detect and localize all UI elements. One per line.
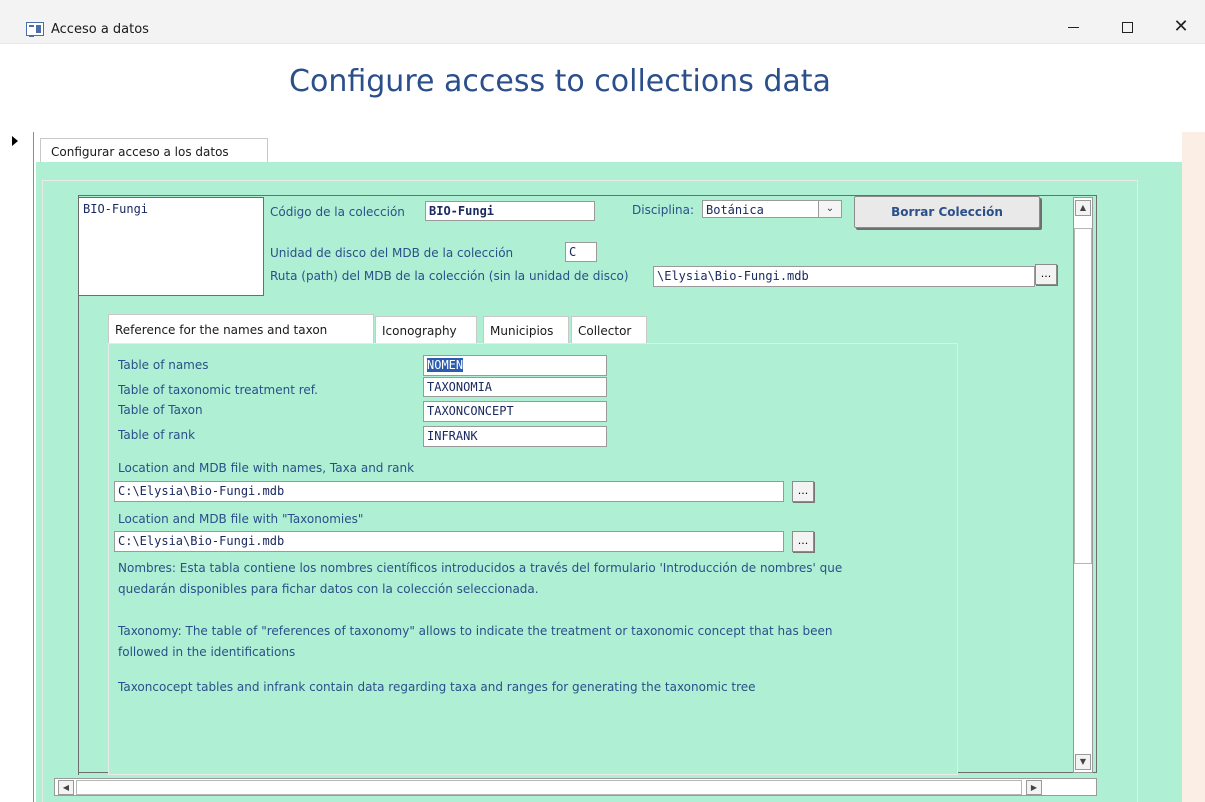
minimize-button[interactable] <box>1050 12 1096 42</box>
tab-configurar-acceso[interactable]: Configurar acceso a los datos <box>40 138 268 162</box>
path-label: Ruta (path) del MDB de la colección (sin… <box>270 269 629 283</box>
table-rank-field[interactable]: INFRANK <box>423 426 607 447</box>
subform-record-selector[interactable] <box>54 195 79 775</box>
title-bar: Acceso a datos ✕ <box>0 0 1205 44</box>
side-strip <box>1182 132 1205 802</box>
location-taxonomies-label: Location and MDB file with "Taxonomies" <box>118 512 364 526</box>
path-field[interactable]: \Elysia\Bio-Fungi.mdb <box>653 266 1035 287</box>
discipline-select[interactable]: Botánica <box>702 200 820 218</box>
table-taxonomic-label: Table of taxonomic treatment ref. <box>118 383 318 397</box>
table-names-label: Table of names <box>118 358 209 372</box>
scroll-left-icon[interactable]: ◀ <box>58 780 74 795</box>
close-button[interactable]: ✕ <box>1158 12 1204 42</box>
list-item[interactable]: BIO-Fungi <box>83 202 259 216</box>
discipline-label: Disciplina: <box>632 203 695 217</box>
scroll-down-icon[interactable]: ▼ <box>1075 754 1091 770</box>
browse-names-button[interactable]: ... <box>792 481 814 502</box>
drive-label: Unidad de disco del MDB de la colección <box>270 246 514 260</box>
taxoncocept-description: Taxoncocept tables and infrank contain d… <box>118 680 756 694</box>
delete-collection-button[interactable]: Borrar Colección <box>854 196 1040 228</box>
vertical-scroll-thumb[interactable] <box>1074 228 1092 564</box>
drive-field[interactable]: C <box>565 242 597 262</box>
page-title: Configure access to collections data <box>289 64 831 99</box>
table-taxon-label: Table of Taxon <box>118 403 203 417</box>
table-rank-label: Table of rank <box>118 428 196 442</box>
chevron-down-icon[interactable]: ⌄ <box>818 200 842 218</box>
browse-taxonomies-button[interactable]: ... <box>792 531 814 552</box>
table-taxonomic-field[interactable]: TAXONOMIA <box>423 377 607 397</box>
maximize-button[interactable] <box>1104 12 1150 42</box>
tab-collector[interactable]: Collector <box>571 316 647 344</box>
table-names-field[interactable]: NOMEN <box>423 355 607 376</box>
table-names-value: NOMEN <box>427 358 464 372</box>
maximize-icon <box>1121 21 1133 33</box>
scroll-right-icon[interactable]: ▶ <box>1026 780 1042 795</box>
record-selector[interactable] <box>10 132 34 802</box>
browse-path-button[interactable]: ... <box>1035 264 1057 285</box>
tab-municipios[interactable]: Municipios <box>483 316 569 344</box>
tab-iconography[interactable]: Iconography <box>375 316 477 344</box>
form-icon <box>26 22 44 37</box>
tab-reference-names[interactable]: Reference for the names and taxon <box>108 314 374 344</box>
location-names-label: Location and MDB file with names, Taxa a… <box>118 461 415 475</box>
table-taxon-field[interactable]: TAXONCONCEPT <box>423 401 607 422</box>
location-names-field[interactable]: C:\Elysia\Bio-Fungi.mdb <box>114 481 784 502</box>
collection-code-field[interactable]: BIO-Fungi <box>425 201 595 221</box>
collection-list[interactable]: BIO-Fungi <box>78 197 264 296</box>
horizontal-scroll-thumb[interactable] <box>76 780 1022 795</box>
location-taxonomies-field[interactable]: C:\Elysia\Bio-Fungi.mdb <box>114 531 784 552</box>
taxonomy-description: Taxonomy: The table of "references of ta… <box>118 624 833 659</box>
names-description: Nombres: Esta tabla contiene los nombres… <box>118 561 843 596</box>
scroll-up-icon[interactable]: ▲ <box>1075 200 1091 216</box>
current-record-icon <box>12 136 18 146</box>
collection-code-label: Código de la colección <box>270 205 405 219</box>
minimize-icon <box>1067 26 1079 28</box>
window-title: Acceso a datos <box>51 22 149 37</box>
